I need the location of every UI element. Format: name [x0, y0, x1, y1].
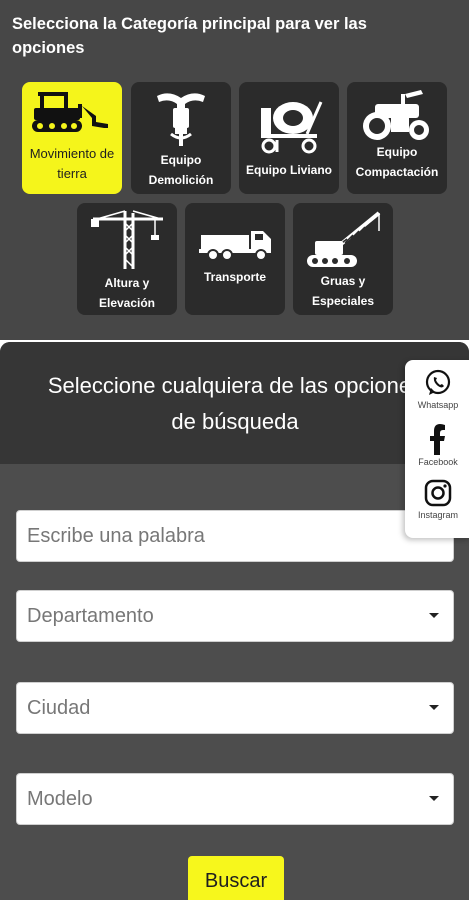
category-altura-y-elevacion[interactable]: Altura y Elevación: [77, 203, 177, 315]
caret-down-icon: [429, 796, 439, 801]
facebook-link[interactable]: Facebook: [405, 423, 469, 479]
jackhammer-icon: [157, 93, 205, 146]
dump-truck-icon: [199, 231, 271, 261]
category-label: Equipo Compactación: [355, 145, 439, 179]
category-label: Movimiento de tierra: [29, 146, 115, 181]
search-header: Seleccione cualquiera de las opciones de…: [0, 342, 469, 464]
ciudad-select[interactable]: Ciudad: [16, 682, 454, 734]
search-heading: Seleccione cualquiera de las opciones de…: [47, 373, 423, 434]
category-title: Selecciona la Categoría principal para v…: [12, 15, 367, 57]
crawler-crane-icon: [307, 211, 381, 267]
ciudad-select-value: Ciudad: [27, 696, 91, 719]
whatsapp-label: Whatsapp: [417, 400, 459, 410]
tower-crane-icon: [91, 210, 163, 269]
caret-down-icon: [429, 705, 439, 710]
search-input[interactable]: [16, 510, 454, 562]
caret-down-icon: [429, 613, 439, 618]
buscar-button[interactable]: Buscar: [188, 856, 284, 900]
departamento-select[interactable]: Departamento: [16, 590, 454, 642]
category-label: Altura y Elevación: [98, 276, 156, 310]
category-equipo-demolicion[interactable]: Equipo Demolición: [131, 82, 231, 194]
facebook-icon: [430, 424, 445, 455]
facebook-label: Facebook: [418, 457, 458, 467]
category-movimiento-de-tierra[interactable]: Movimiento de tierra: [22, 82, 122, 194]
category-label: Equipo Liviano: [246, 163, 332, 177]
search-panel: Seleccione cualquiera de las opciones de…: [0, 342, 469, 900]
category-label: Gruas y Especiales: [311, 274, 375, 308]
instagram-icon: [424, 479, 452, 507]
social-bar: Whatsapp Facebook Instagram: [405, 360, 469, 538]
category-transporte[interactable]: Transporte: [185, 203, 285, 315]
road-roller-icon: [363, 90, 429, 140]
instagram-link[interactable]: Instagram: [405, 478, 469, 534]
category-equipo-compactacion[interactable]: Equipo Compactación: [347, 82, 447, 194]
modelo-select[interactable]: Modelo: [16, 773, 454, 825]
category-label: Equipo Demolición: [148, 153, 214, 187]
category-gruas-y-especiales[interactable]: Gruas y Especiales: [293, 203, 393, 315]
bulldozer-icon: [32, 92, 108, 132]
whatsapp-link[interactable]: Whatsapp: [405, 368, 469, 424]
keyword-input[interactable]: [27, 511, 453, 561]
departamento-select-value: Departamento: [27, 604, 154, 627]
modelo-select-value: Modelo: [27, 787, 93, 810]
whatsapp-icon: [425, 369, 451, 395]
category-panel: Selecciona la Categoría principal para v…: [0, 0, 469, 340]
concrete-mixer-icon: [261, 101, 323, 154]
instagram-label: Instagram: [417, 510, 459, 520]
category-label: Transporte: [203, 270, 266, 284]
category-equipo-liviano[interactable]: Equipo Liviano: [239, 82, 339, 194]
